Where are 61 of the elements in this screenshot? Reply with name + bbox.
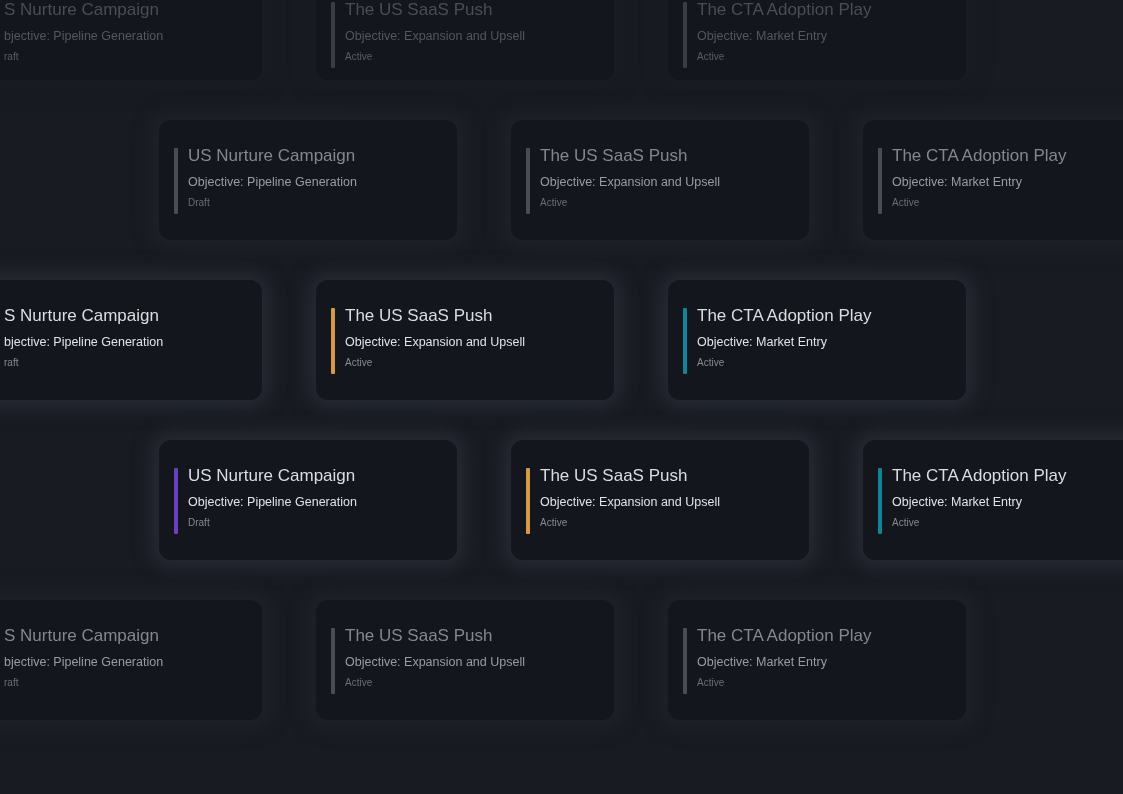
campaign-card[interactable]: The CTA Adoption Play Objective: Market Entry Active	[668, 280, 966, 400]
campaign-objective: Objective: Market Entry	[697, 654, 828, 670]
campaign-title: S Nurture Campaign	[4, 305, 160, 327]
campaign-objective: bjective: Pipeline Generation	[4, 654, 164, 670]
accent-bar	[683, 628, 687, 694]
campaign-title: The US SaaS Push	[540, 465, 689, 487]
accent-bar	[683, 2, 687, 68]
campaign-objective: Objective: Expansion and Upsell	[540, 174, 720, 190]
campaign-status: Active	[345, 50, 374, 64]
campaign-objective: Objective: Expansion and Upsell	[345, 28, 525, 44]
campaign-card[interactable]: The US SaaS Push Objective: Expansion and Upsell Active	[511, 440, 809, 560]
campaign-objective: Objective: Pipeline Generation	[188, 174, 357, 190]
campaign-title: The CTA Adoption Play	[697, 625, 872, 647]
campaign-status: Active	[892, 516, 921, 530]
campaign-objective: Objective: Pipeline Generation	[188, 494, 357, 510]
campaign-status: Active	[540, 516, 569, 530]
campaign-objective: bjective: Pipeline Generation	[4, 28, 164, 44]
accent-bar	[331, 628, 335, 694]
campaign-objective: bjective: Pipeline Generation	[4, 334, 164, 350]
campaign-card[interactable]: The US SaaS Push Objective: Expansion and Upsell Active	[511, 120, 809, 240]
campaign-card[interactable]: S Nurture Campaign bjective: Pipeline Generation raft	[0, 600, 262, 720]
campaign-card[interactable]: The CTA Adoption Play Objective: Market Entry Active	[668, 600, 966, 720]
campaign-title: The US SaaS Push	[345, 305, 494, 327]
campaign-card[interactable]: The US SaaS Push Objective: Expansion and Upsell Active	[316, 280, 614, 400]
campaign-status: raft	[4, 50, 20, 64]
campaign-objective: Objective: Expansion and Upsell	[345, 654, 525, 670]
campaign-status: Active	[345, 356, 374, 370]
campaign-title: The US SaaS Push	[345, 625, 494, 647]
campaign-status: Active	[697, 676, 726, 690]
campaign-status: Active	[697, 356, 726, 370]
campaign-card[interactable]: The CTA Adoption Play Objective: Market Entry Active	[863, 440, 1123, 560]
campaign-status: Active	[540, 196, 569, 210]
campaign-card[interactable]: US Nurture Campaign Objective: Pipeline Generation Draft	[159, 120, 457, 240]
accent-bar	[878, 148, 882, 214]
campaign-card[interactable]: The CTA Adoption Play Objective: Market Entry Active	[863, 120, 1123, 240]
accent-bar	[331, 2, 335, 68]
campaign-title: The CTA Adoption Play	[892, 145, 1067, 167]
campaign-status: Active	[892, 196, 921, 210]
campaign-title: S Nurture Campaign	[4, 625, 160, 647]
campaign-card[interactable]: US Nurture Campaign Objective: Pipeline Generation Draft	[159, 440, 457, 560]
campaign-status: Draft	[188, 516, 211, 530]
campaign-objective: Objective: Expansion and Upsell	[540, 494, 720, 510]
campaign-status: Active	[345, 676, 374, 690]
campaign-status: Draft	[188, 196, 211, 210]
campaign-objective: Objective: Market Entry	[697, 334, 828, 350]
campaign-card[interactable]: S Nurture Campaign bjective: Pipeline Generation raft	[0, 280, 262, 400]
accent-bar	[174, 148, 178, 214]
campaign-status: raft	[4, 356, 20, 370]
campaign-title: US Nurture Campaign	[188, 145, 357, 167]
campaign-title: The US SaaS Push	[540, 145, 689, 167]
campaign-objective: Objective: Market Entry	[892, 494, 1023, 510]
campaign-objective: Objective: Expansion and Upsell	[345, 334, 525, 350]
campaign-status: raft	[4, 676, 20, 690]
campaign-card[interactable]: The US SaaS Push Objective: Expansion and Upsell Active	[316, 600, 614, 720]
campaign-objective: Objective: Market Entry	[892, 174, 1023, 190]
campaign-status: Active	[697, 50, 726, 64]
campaign-title: US Nurture Campaign	[188, 465, 357, 487]
accent-bar	[526, 148, 530, 214]
campaign-title: The CTA Adoption Play	[892, 465, 1067, 487]
campaign-objective: Objective: Market Entry	[697, 28, 828, 44]
campaign-title: The CTA Adoption Play	[697, 305, 872, 327]
